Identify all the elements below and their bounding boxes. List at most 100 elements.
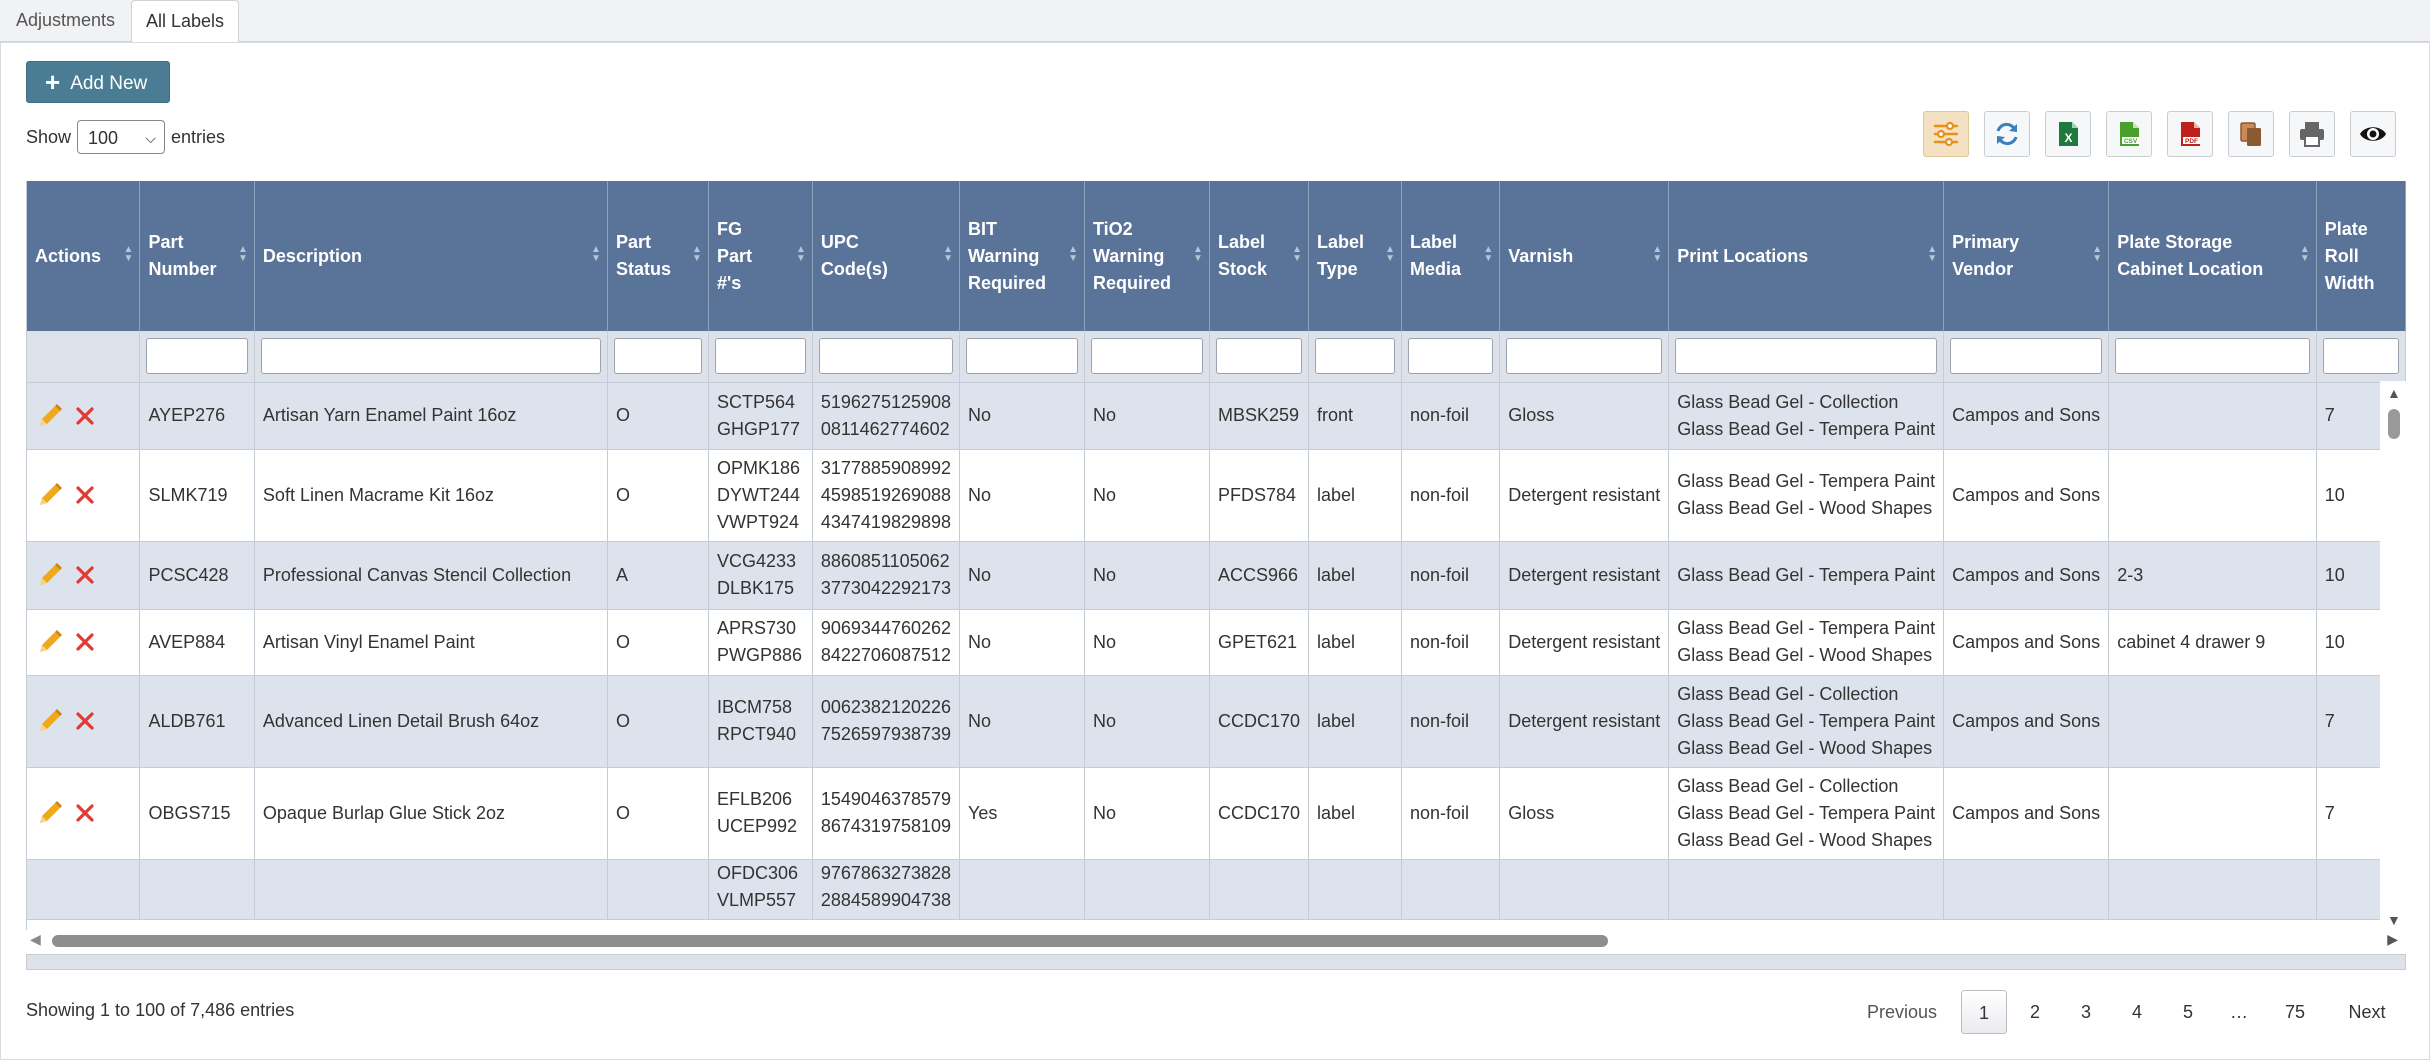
column-filter-input-part-number[interactable] xyxy=(146,338,248,375)
tab-adjustments[interactable]: Adjustments xyxy=(2,0,129,42)
scroll-left-arrow-icon[interactable]: ◀ xyxy=(30,931,41,948)
column-header-print-locations[interactable]: Print Locations ▲ ▼ xyxy=(1668,181,1945,331)
cell-line: 3773042292173 xyxy=(820,578,952,598)
column-filter-input-upc-code-s[interactable] xyxy=(818,338,954,375)
column-header-label: Varnish xyxy=(1508,245,1574,266)
column-filter-input-bit-warning-required[interactable] xyxy=(966,338,1078,375)
column-filter-input-label-type[interactable] xyxy=(1314,338,1395,375)
pdf-export-button[interactable]: PDF xyxy=(2167,111,2213,157)
edit-pencil-icon[interactable] xyxy=(35,798,65,828)
column-header-tio2-warning-required[interactable]: TiO2 Warning Required ▲ ▼ xyxy=(1084,181,1210,331)
column-header-varnish[interactable]: Varnish ▲ ▼ xyxy=(1499,181,1670,331)
scroll-up-arrow-icon[interactable]: ▲ xyxy=(2387,385,2401,401)
add-new-button[interactable]: + Add New xyxy=(26,61,170,103)
delete-x-icon[interactable] xyxy=(73,404,97,428)
edit-pencil-icon[interactable] xyxy=(35,560,65,590)
scroll-right-arrow-icon[interactable]: ▶ xyxy=(2387,931,2398,948)
vertical-scroll-thumb[interactable] xyxy=(2388,409,2400,439)
column-header-description[interactable]: Description ▲ ▼ xyxy=(254,181,608,331)
column-filter-input-part-status[interactable] xyxy=(613,338,702,375)
column-filter-input-description[interactable] xyxy=(260,338,601,375)
edit-pencil-icon[interactable] xyxy=(35,706,65,736)
column-header-plate-roll-width[interactable]: Plate Roll Width xyxy=(2316,181,2406,331)
edit-pencil-icon[interactable] xyxy=(35,480,65,510)
delete-x-icon[interactable] xyxy=(73,709,97,733)
vertical-scrollbar[interactable]: ▲ ▼ xyxy=(2380,381,2406,930)
column-visibility-button[interactable] xyxy=(2350,111,2396,157)
sort-arrows-icon[interactable]: ▲ ▼ xyxy=(238,245,248,264)
sort-arrows-icon[interactable]: ▲ ▼ xyxy=(124,245,134,264)
table-row[interactable]: AYEP276 Artisan Yarn Enamel Paint 16oz O SC… xyxy=(27,382,2406,450)
page-4-button[interactable]: 4 xyxy=(2114,990,2160,1034)
refresh-button[interactable] xyxy=(1984,111,2030,157)
edit-pencil-icon[interactable] xyxy=(35,627,65,657)
csv-export-button[interactable]: CSV xyxy=(2106,111,2152,157)
sort-arrows-icon[interactable]: ▲ ▼ xyxy=(1385,245,1395,264)
page-1-button[interactable]: 1 xyxy=(1961,990,2007,1034)
page-3-button[interactable]: 3 xyxy=(2063,990,2109,1034)
column-header-bit-warning-required[interactable]: BIT Warning Required ▲ ▼ xyxy=(959,181,1085,331)
previous-button[interactable]: Previous xyxy=(1850,990,1954,1034)
copy-button[interactable] xyxy=(2228,111,2274,157)
column-header-part-status[interactable]: Part Status ▲ ▼ xyxy=(607,181,709,331)
delete-x-icon[interactable] xyxy=(73,630,97,654)
delete-x-icon[interactable] xyxy=(73,483,97,507)
column-filter-input-primary-vendor[interactable] xyxy=(1950,338,2103,375)
column-filter-input-label-stock[interactable] xyxy=(1215,338,1302,375)
column-filter-input-plate-storage-cabinet-location[interactable] xyxy=(2115,338,2310,375)
sort-arrows-icon[interactable]: ▲ ▼ xyxy=(1927,245,1937,264)
sort-arrows-icon[interactable]: ▲ ▼ xyxy=(692,245,702,264)
sort-arrows-icon[interactable]: ▲ ▼ xyxy=(1193,245,1203,264)
delete-x-icon[interactable] xyxy=(73,563,97,587)
sort-arrows-icon[interactable]: ▲ ▼ xyxy=(2092,245,2102,264)
horizontal-scrollbar[interactable]: ◀ ▶ xyxy=(26,930,2406,952)
table-row[interactable]: AVEP884 Artisan Vinyl Enamel Paint O APRS73… xyxy=(27,609,2406,676)
entries-label: entries xyxy=(171,127,226,147)
table-row[interactable]: SLMK719 Soft Linen Macrame Kit 16oz O OPMK1… xyxy=(27,449,2406,542)
tab-all-labels[interactable]: All Labels xyxy=(131,0,240,43)
page-75-button[interactable]: 75 xyxy=(2265,990,2325,1034)
column-header-part-number[interactable]: Part Number ▲ ▼ xyxy=(139,181,255,331)
next-button[interactable]: Next xyxy=(2332,990,2402,1034)
column-header-label-stock[interactable]: Label Stock ▲ ▼ xyxy=(1209,181,1309,331)
table-row[interactable]: PCSC428 Professional Canvas Stencil Colle… xyxy=(27,541,2406,610)
column-header-label-media[interactable]: Label Media ▲ ▼ xyxy=(1401,181,1501,331)
sort-arrows-icon[interactable]: ▲ ▼ xyxy=(591,245,601,264)
horizontal-scroll-thumb[interactable] xyxy=(52,935,1608,947)
cell-line: 7526597938739 xyxy=(820,724,952,744)
column-filter-input-varnish[interactable] xyxy=(1506,338,1663,375)
table-row[interactable]: OBGS715 Opaque Burlap Glue Stick 2oz O EFLB… xyxy=(27,767,2406,860)
page-2-button[interactable]: 2 xyxy=(2012,990,2058,1034)
column-filter-input-fg-part-s[interactable] xyxy=(714,338,806,375)
part-number-cell: SLMK719 xyxy=(139,449,255,542)
column-header-fg-part-s[interactable]: FG Part #'s ▲ ▼ xyxy=(708,181,813,331)
sort-arrows-icon[interactable]: ▲ ▼ xyxy=(2300,245,2310,264)
entries-select[interactable]: 100 ⌵ xyxy=(77,120,166,154)
sort-arrows-icon[interactable]: ▲ ▼ xyxy=(1292,245,1302,264)
column-header-label-type[interactable]: Label Type ▲ ▼ xyxy=(1308,181,1402,331)
column-filter-input-print-locations[interactable] xyxy=(1675,338,1938,375)
column-header-upc-code-s[interactable]: UPC Code(s) ▲ ▼ xyxy=(812,181,961,331)
sort-arrows-icon[interactable]: ▲ ▼ xyxy=(1652,245,1662,264)
table-row[interactable]: OFDC306 VLMP557 9767863273828 2884589904738 xyxy=(27,859,2406,920)
column-header-actions[interactable]: Actions ▲ ▼ xyxy=(27,181,141,331)
sort-arrows-icon[interactable]: ▲ ▼ xyxy=(1068,245,1078,264)
edit-pencil-icon[interactable] xyxy=(35,401,65,431)
print-button[interactable] xyxy=(2289,111,2335,157)
column-filter-input-tio2-warning-required[interactable] xyxy=(1090,338,1203,375)
scroll-down-arrow-icon[interactable]: ▼ xyxy=(2387,912,2401,928)
tio2-warning-cell xyxy=(1084,859,1210,920)
sort-arrows-icon[interactable]: ▲ ▼ xyxy=(796,245,806,264)
sort-arrows-icon[interactable]: ▲ ▼ xyxy=(1483,245,1493,264)
delete-x-icon[interactable] xyxy=(73,801,97,825)
sort-arrows-icon[interactable]: ▲ ▼ xyxy=(943,245,953,264)
column-header-plate-storage-cabinet-location[interactable]: Plate Storage Cabinet Location ▲ ▼ xyxy=(2108,181,2317,331)
columns-settings-button[interactable] xyxy=(1923,111,1969,157)
column-header-label: Label Type xyxy=(1316,232,1364,279)
page-5-button[interactable]: 5 xyxy=(2165,990,2211,1034)
column-header-primary-vendor[interactable]: Primary Vendor ▲ ▼ xyxy=(1943,181,2110,331)
table-row[interactable]: ALDB761 Advanced Linen Detail Brush 64oz O… xyxy=(27,675,2406,768)
column-filter-input-label-media[interactable] xyxy=(1407,338,1494,375)
column-filter-input-plate-roll-width[interactable] xyxy=(2322,338,2399,375)
excel-export-button[interactable]: X xyxy=(2045,111,2091,157)
